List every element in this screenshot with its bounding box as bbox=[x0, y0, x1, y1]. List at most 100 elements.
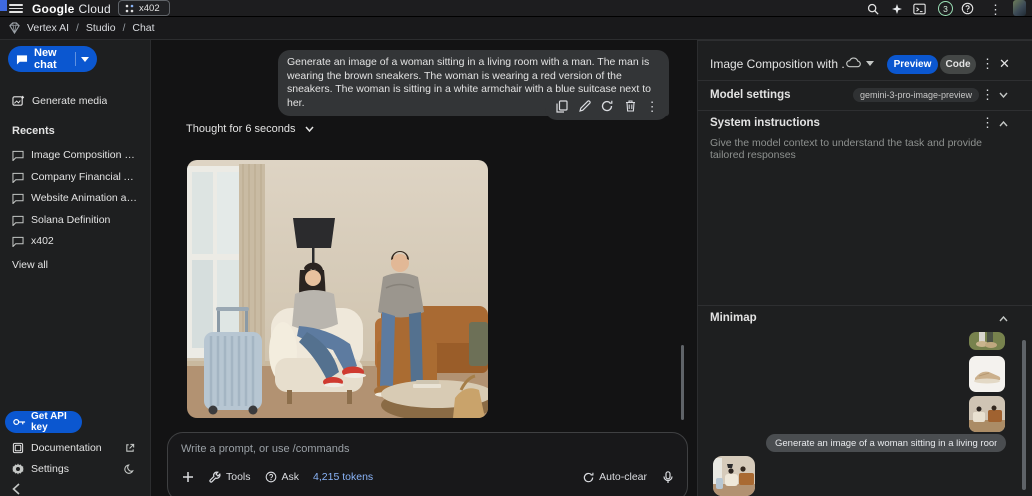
sidebar-item-generate-media[interactable]: Generate media bbox=[0, 90, 151, 112]
trial-days-count: 3 bbox=[943, 4, 948, 14]
auto-clear-label: Auto-clear bbox=[599, 471, 647, 483]
system-instructions-collapse-icon[interactable] bbox=[999, 121, 1008, 127]
trial-days-badge[interactable]: 3 bbox=[938, 1, 953, 16]
recent-item-label: Website Animation and 3... bbox=[31, 192, 139, 204]
sidebar-item-settings[interactable]: Settings bbox=[0, 458, 151, 480]
model-settings-more-icon[interactable]: ⋮ bbox=[981, 88, 994, 101]
thought-summary-toggle[interactable]: Thought for 6 seconds bbox=[186, 121, 314, 137]
rerun-icon[interactable] bbox=[600, 99, 614, 113]
microphone-icon[interactable] bbox=[661, 470, 674, 484]
model-name-badge[interactable]: gemini-3-pro-image-preview bbox=[853, 88, 979, 102]
get-api-key-button[interactable]: Get API key bbox=[5, 411, 82, 433]
generated-image[interactable] bbox=[187, 160, 488, 418]
recents-heading: Recents bbox=[12, 125, 55, 137]
add-attachment-icon[interactable] bbox=[181, 470, 195, 484]
minimap-collapse-icon[interactable] bbox=[999, 316, 1008, 322]
prompt-composer: Write a prompt, or use /commands Tools A… bbox=[167, 432, 688, 496]
auto-clear-refresh-icon bbox=[583, 472, 594, 483]
chat-scrollbar[interactable] bbox=[681, 345, 684, 420]
ask-label: Ask bbox=[282, 471, 300, 483]
tools-button[interactable]: Tools bbox=[209, 471, 251, 483]
recent-item-label: Company Financial Analy... bbox=[31, 171, 139, 183]
code-tab-button[interactable]: Code bbox=[940, 55, 976, 74]
system-instructions-heading: System instructions bbox=[710, 117, 820, 129]
left-sidebar: New chat Generate media Recents Image Co… bbox=[0, 40, 151, 496]
view-all-link[interactable]: View all bbox=[12, 259, 48, 271]
system-instructions-input[interactable]: Give the model context to understand the… bbox=[710, 137, 1010, 161]
chat-bubble-icon bbox=[16, 54, 28, 65]
composer-toolbar: Tools Ask 4,215 tokens Auto-clear bbox=[168, 467, 687, 487]
edit-pencil-icon[interactable] bbox=[578, 99, 592, 113]
minimap-thumbnail-generated-image[interactable] bbox=[713, 456, 755, 496]
breadcrumb-vertex-ai[interactable]: Vertex AI bbox=[27, 22, 69, 34]
new-chat-label: New chat bbox=[34, 47, 67, 71]
gear-icon bbox=[12, 463, 24, 475]
breadcrumb-chat[interactable]: Chat bbox=[132, 22, 154, 34]
vertex-ai-gem-icon bbox=[8, 22, 21, 34]
prompt-more-menu-icon[interactable]: ⋮ bbox=[646, 100, 659, 113]
prompt-input[interactable]: Write a prompt, or use /commands bbox=[181, 443, 350, 455]
recent-item-image-composition[interactable]: Image Composition with ... bbox=[0, 144, 151, 166]
gemini-spark-icon[interactable] bbox=[890, 2, 903, 15]
close-panel-icon[interactable]: ✕ bbox=[999, 56, 1010, 72]
generate-media-label: Generate media bbox=[32, 95, 107, 107]
preview-label: Preview bbox=[894, 59, 932, 70]
recent-item-label: Solana Definition bbox=[31, 214, 110, 226]
chat-history-icon bbox=[12, 172, 24, 183]
user-avatar[interactable] bbox=[1013, 0, 1026, 16]
recent-item-website-animation[interactable]: Website Animation and 3... bbox=[0, 187, 151, 209]
thought-label: Thought for 6 seconds bbox=[186, 123, 295, 135]
recent-item-x402[interactable]: x402 bbox=[0, 230, 151, 252]
chat-history-icon bbox=[12, 236, 24, 247]
corner-accent bbox=[0, 0, 7, 11]
key-icon bbox=[13, 418, 26, 426]
minimap-heading: Minimap bbox=[710, 312, 757, 324]
recent-item-label: Image Composition with ... bbox=[31, 149, 139, 161]
recent-item-label: x402 bbox=[31, 235, 54, 247]
wrench-icon bbox=[209, 471, 221, 483]
minimap-thumbnail-sneaker[interactable] bbox=[969, 356, 1005, 392]
chevron-down-icon bbox=[305, 126, 314, 132]
documentation-icon bbox=[12, 442, 24, 454]
save-status-dropdown-icon[interactable] bbox=[866, 61, 874, 66]
token-count[interactable]: 4,215 tokens bbox=[313, 471, 373, 483]
get-api-key-label: Get API key bbox=[31, 411, 74, 433]
collapse-sidebar-icon[interactable] bbox=[12, 483, 20, 495]
new-chat-dropdown-icon[interactable] bbox=[75, 52, 89, 66]
system-instructions-more-icon[interactable]: ⋮ bbox=[981, 116, 994, 129]
breadcrumb-separator: / bbox=[123, 23, 126, 34]
breadcrumb-studio[interactable]: Studio bbox=[86, 22, 116, 34]
preview-tab-button[interactable]: Preview bbox=[887, 55, 938, 74]
new-chat-button[interactable]: New chat bbox=[8, 46, 97, 72]
model-settings-expand-icon[interactable] bbox=[999, 92, 1008, 98]
minimap-thumbnail-living-room[interactable] bbox=[969, 396, 1005, 432]
copy-icon[interactable] bbox=[555, 99, 569, 113]
model-settings-heading: Model settings bbox=[710, 89, 791, 101]
help-icon[interactable] bbox=[961, 2, 974, 15]
dark-mode-moon-icon[interactable] bbox=[124, 464, 135, 475]
minimap-tooltip-text: Generate an image of a woman sitting in … bbox=[775, 438, 997, 449]
search-icon[interactable] bbox=[866, 2, 879, 15]
project-selector[interactable]: x402 bbox=[118, 0, 170, 16]
auto-clear-toggle[interactable]: Auto-clear bbox=[583, 471, 647, 483]
recent-item-solana-definition[interactable]: Solana Definition bbox=[0, 209, 151, 231]
right-panel-scrollbar[interactable] bbox=[1022, 340, 1026, 490]
chat-history-icon bbox=[12, 215, 24, 226]
minimap-tooltip: Generate an image of a woman sitting in … bbox=[766, 434, 1006, 452]
cloud-save-status-icon[interactable] bbox=[846, 57, 861, 68]
sidebar-item-documentation[interactable]: Documentation bbox=[0, 437, 151, 459]
vertex-ai-studio-app: Google Cloud x402 3 ⋮ Vertex AI / bbox=[0, 0, 1032, 496]
topbar-more-menu-icon[interactable]: ⋮ bbox=[989, 3, 1002, 16]
panel-more-menu-icon[interactable]: ⋮ bbox=[981, 57, 994, 70]
recent-item-company-financial[interactable]: Company Financial Analy... bbox=[0, 166, 151, 188]
minimap-thumbnail-outdoor-sneakers[interactable] bbox=[969, 332, 1005, 350]
tools-label: Tools bbox=[226, 471, 251, 483]
delete-trash-icon[interactable] bbox=[623, 99, 637, 113]
cloud-shell-icon[interactable] bbox=[913, 2, 926, 15]
right-panel-title: Image Composition with ... bbox=[710, 57, 845, 71]
ask-mode-button[interactable]: Ask bbox=[265, 471, 300, 483]
project-grid-icon bbox=[125, 4, 134, 13]
project-name: x402 bbox=[139, 3, 160, 14]
google-cloud-logo: Google Cloud bbox=[32, 1, 111, 16]
hamburger-menu-icon[interactable] bbox=[9, 4, 23, 13]
